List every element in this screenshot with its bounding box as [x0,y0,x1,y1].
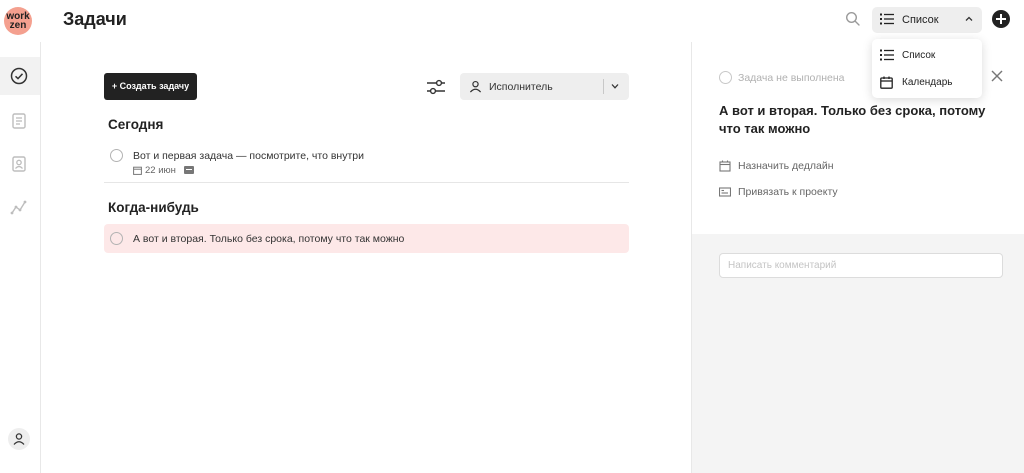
view-mode-select[interactable]: Список [872,7,982,33]
divider [603,79,604,94]
assignee-filter-label: Исполнитель [489,81,553,93]
set-deadline-label: Назначить дедлайн [738,160,834,172]
chevron-up-icon [965,16,973,21]
task-title: Вот и первая задача — посмотрите, что вн… [133,150,364,162]
view-mode-dropdown: Список Календарь [872,39,982,98]
filter-sliders-icon[interactable] [426,78,446,96]
view-mode-label: Список [902,14,939,26]
task-due-date: 22 июн [145,165,176,176]
chart-line-icon [10,200,27,215]
check-circle-icon [10,67,28,85]
menu-item-label: Список [902,50,936,61]
search-icon[interactable] [845,11,861,27]
task-detail-panel: Задача не выполнена А вот и вторая. Толь… [691,42,1024,473]
project-card-icon [719,187,731,197]
user-icon [13,433,25,445]
section-heading-someday: Когда-нибудь [108,200,199,215]
workzen-logo[interactable]: work zen [4,7,32,35]
task-row-selected[interactable]: А вот и вторая. Только без срока, потому… [104,224,629,253]
calendar-icon [719,160,731,172]
list-icon [880,13,894,25]
task-status-label: Задача не выполнена [738,72,845,84]
assignee-filter-select[interactable]: Исполнитель [460,73,629,100]
sidebar-item-documents[interactable] [0,102,40,140]
top-bar: work zen Задачи Список [0,0,1024,42]
create-task-button[interactable]: + Создать задачу [104,73,197,100]
document-icon [12,113,26,129]
task-complete-checkbox[interactable] [110,149,123,162]
task-row[interactable]: Вот и первая задача — посмотрите, что вн… [104,143,629,183]
comment-placeholder: Написать комментарий [728,260,837,271]
page-title: Задачи [63,9,127,29]
sidebar [0,42,41,473]
logo-text-line2: zen [9,20,27,31]
task-list-area: + Создать задачу Исполнитель Сегодня Вот… [41,42,691,473]
task-meta: 22 июн [133,165,194,176]
contact-card-icon [12,156,26,172]
menu-item-label: Календарь [902,77,953,88]
link-project-label: Привязать к проекту [738,186,838,198]
sidebar-item-contacts[interactable] [0,145,40,183]
list-icon [880,49,894,61]
calendar-icon [133,166,142,175]
menu-item-calendar-view[interactable]: Календарь [872,69,982,95]
task-complete-checkbox[interactable] [110,232,123,245]
section-heading-today: Сегодня [108,117,164,132]
user-icon [469,80,482,93]
status-circle-icon [719,71,732,84]
close-icon[interactable] [991,70,1003,82]
user-avatar[interactable] [8,428,30,450]
menu-item-list-view[interactable]: Список [872,42,982,68]
note-icon [183,166,194,174]
add-button[interactable] [992,10,1010,28]
sidebar-item-tasks[interactable] [0,57,40,95]
sidebar-item-analytics[interactable] [0,188,40,226]
chevron-down-icon [611,84,619,89]
comment-input[interactable]: Написать комментарий [719,253,1003,278]
calendar-icon [880,76,893,89]
task-detail-title[interactable]: А вот и вторая. Только без срока, потому… [719,102,1009,138]
task-title: А вот и вторая. Только без срока, потому… [133,233,405,245]
